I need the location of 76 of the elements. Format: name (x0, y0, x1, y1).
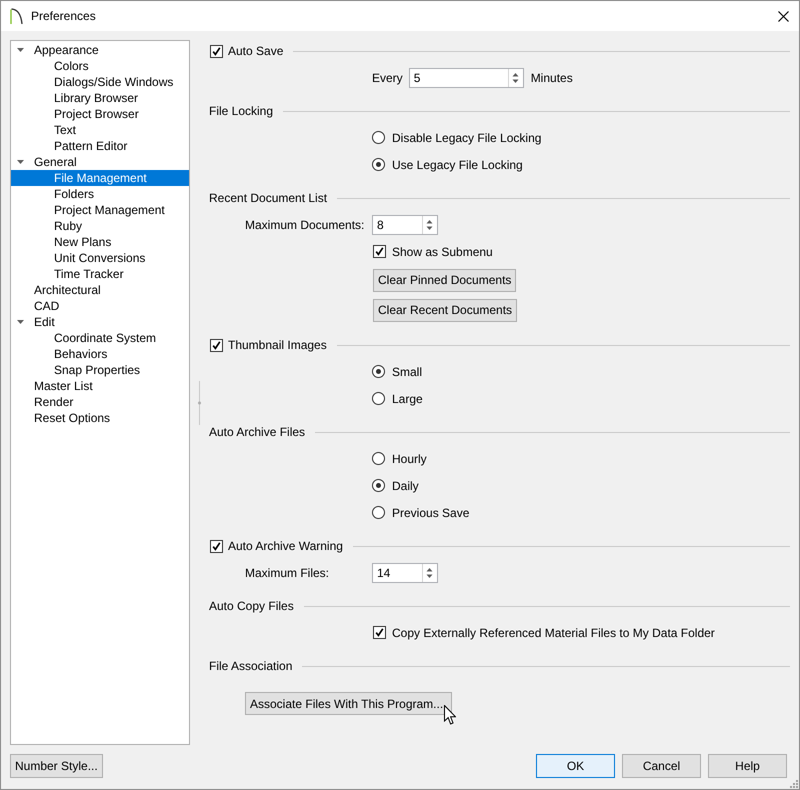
tree-item[interactable]: File Management (11, 170, 189, 186)
radio-button[interactable] (372, 158, 385, 171)
mouse-pointer-icon (444, 705, 456, 725)
section-heading: File Association (209, 658, 292, 675)
tree-item[interactable]: General (11, 154, 189, 170)
tree-item[interactable]: Architectural (11, 282, 189, 298)
spin-field[interactable]: 14 (372, 562, 438, 582)
field-label: Maximum Files: (245, 564, 330, 582)
caret-down-icon[interactable] (17, 48, 24, 52)
radio-button[interactable] (372, 506, 385, 519)
tree-item[interactable]: Unit Conversions (11, 250, 189, 266)
button[interactable]: Number Style... (10, 754, 103, 778)
button[interactable]: Cancel (622, 754, 701, 778)
button[interactable]: Clear Pinned Documents (373, 268, 516, 292)
checkbox-label[interactable]: Thumbnail Images (228, 336, 327, 354)
radio-label[interactable]: Disable Legacy File Locking (392, 128, 542, 146)
tree-item[interactable]: Master List (11, 378, 189, 394)
window-title: Preferences (31, 8, 96, 25)
tree-item[interactable]: Dialogs/Side Windows (11, 74, 189, 90)
radio-button[interactable] (372, 392, 385, 405)
tree-item[interactable]: Reset Options (11, 410, 189, 426)
tree-item[interactable]: Colors (11, 58, 189, 74)
tree-item[interactable]: Project Management (11, 202, 189, 218)
radio-label[interactable]: Use Legacy File Locking (392, 156, 523, 174)
section-heading: Auto Archive Files (209, 424, 306, 441)
tree-item[interactable]: Snap Properties (11, 362, 189, 378)
section-heading: Recent Document List (209, 190, 328, 207)
radio-button[interactable] (372, 365, 385, 378)
radio-button[interactable] (372, 479, 385, 492)
section-heading: Auto Copy Files (209, 598, 294, 615)
app-logo-icon (10, 8, 23, 24)
checkbox-label[interactable]: Show as Submenu (392, 242, 493, 260)
resize-grip-icon[interactable] (790, 780, 798, 788)
tree-item[interactable]: Coordinate System (11, 330, 189, 346)
spin-field[interactable]: 8 (372, 214, 438, 234)
caret-down-icon[interactable] (17, 160, 24, 164)
field-label: Every (372, 70, 403, 86)
button[interactable]: OK (536, 754, 615, 778)
button[interactable]: Associate Files With This Program... (245, 692, 452, 715)
checkbox[interactable] (373, 626, 386, 639)
splitter-grip-icon[interactable] (197, 380, 202, 424)
unit-label: Minutes (530, 70, 573, 86)
tree-item[interactable]: Ruby (11, 218, 189, 234)
tree-item[interactable]: Edit (11, 314, 189, 330)
tree-item[interactable]: Appearance (11, 42, 189, 58)
checkbox-label[interactable]: Auto Archive Warning (228, 537, 343, 555)
tree-item[interactable]: Folders (11, 186, 189, 202)
radio-button[interactable] (372, 131, 385, 144)
radio-label[interactable]: Hourly (392, 450, 427, 468)
field-label: Maximum Documents: (245, 216, 364, 234)
radio-label[interactable]: Small (392, 362, 422, 380)
tree-item[interactable]: Text (11, 122, 189, 138)
tree-item[interactable]: Render (11, 394, 189, 410)
checkbox[interactable] (210, 540, 223, 552)
tree-item[interactable]: Time Tracker (11, 266, 189, 282)
button[interactable]: Clear Recent Documents (373, 298, 518, 322)
spin-field[interactable]: 5 (408, 68, 524, 88)
checkbox-label[interactable]: Auto Save (228, 42, 284, 60)
tree-item[interactable]: Project Browser (11, 106, 189, 122)
checkbox-label[interactable]: Copy Externally Referenced Material Files to My Data Folder (392, 624, 715, 642)
radio-label[interactable]: Daily (392, 476, 419, 494)
radio-label[interactable]: Large (392, 390, 423, 408)
tree-item[interactable]: Pattern Editor (11, 138, 189, 154)
button[interactable]: Help (708, 754, 787, 778)
tree-item[interactable]: Library Browser (11, 90, 189, 106)
checkbox[interactable] (210, 338, 223, 352)
tree-item[interactable]: CAD (11, 298, 189, 314)
tree-item[interactable]: Behaviors (11, 346, 189, 362)
checkbox[interactable] (373, 245, 386, 258)
checkbox[interactable] (210, 44, 223, 58)
close-icon[interactable] (778, 10, 789, 22)
radio-label[interactable]: Previous Save (392, 504, 470, 522)
tree-item[interactable]: New Plans (11, 234, 189, 250)
radio-button[interactable] (372, 452, 385, 465)
section-heading: File Locking (209, 103, 274, 120)
caret-down-icon[interactable] (17, 320, 24, 324)
